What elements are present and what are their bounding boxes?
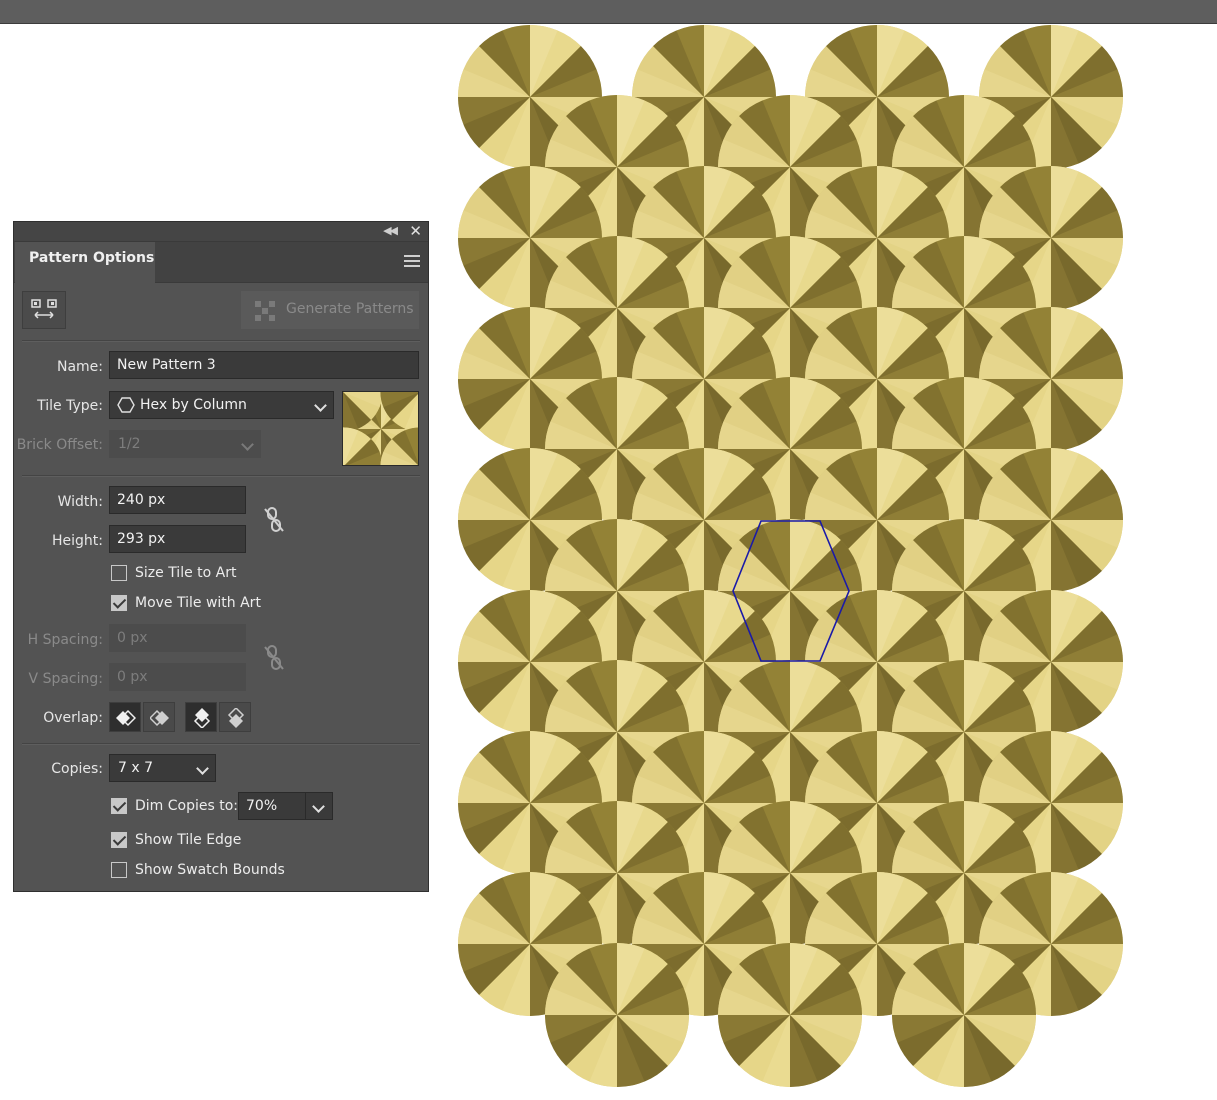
v-spacing-input[interactable]: 0 px	[109, 663, 246, 691]
overlap-bottom-in-front-button[interactable]	[219, 702, 251, 732]
size-tile-to-art-label: Size Tile to Art	[135, 565, 237, 581]
size-tile-to-art-checkbox[interactable]	[111, 565, 127, 581]
pattern-swatch-preview	[342, 391, 419, 466]
brick-offset-dropdown[interactable]: 1/2	[109, 430, 261, 458]
tile-type-label: Tile Type:	[37, 398, 103, 414]
width-input[interactable]: 240 px	[109, 486, 246, 514]
divider	[22, 340, 420, 342]
width-label: Width:	[57, 494, 103, 510]
name-label: Name:	[56, 359, 103, 375]
divider	[22, 475, 420, 477]
copies-dropdown[interactable]: 7 x 7	[109, 754, 216, 782]
name-input[interactable]: New Pattern 3	[109, 351, 419, 379]
app-top-bar	[0, 0, 1217, 24]
constrain-width-height-icon[interactable]	[261, 505, 287, 535]
h-spacing-label: H Spacing:	[27, 632, 103, 648]
swatch-thumbnail	[343, 392, 418, 465]
close-icon[interactable]: ✕	[409, 222, 422, 240]
v-spacing-label: V Spacing:	[28, 671, 103, 687]
overlap-top-in-front-button[interactable]	[185, 702, 217, 732]
collapse-panel-icon[interactable]: ◀◀	[383, 224, 398, 237]
pattern-options-panel: ◀◀ ✕ Pattern Options Generate Patterns N…	[13, 221, 429, 892]
divider	[22, 743, 420, 745]
panel-tab-strip: Pattern Options	[14, 242, 428, 283]
chevron-down-icon	[196, 762, 209, 775]
overlap-left-front-icon	[116, 709, 136, 727]
tile-type-dropdown[interactable]: Hex by Column	[109, 391, 334, 419]
panel-menu-icon[interactable]	[404, 255, 420, 267]
panel-title-bar: ◀◀ ✕	[14, 222, 428, 242]
overlap-right-front-icon	[150, 709, 169, 727]
hexagon-icon	[117, 397, 135, 413]
copies-value: 7 x 7	[118, 760, 153, 776]
tab-pattern-options[interactable]: Pattern Options	[15, 242, 155, 283]
constrain-spacing-icon[interactable]	[261, 643, 287, 673]
overlap-left-in-front-button[interactable]	[109, 702, 141, 732]
move-tile-with-art-checkbox[interactable]	[111, 595, 127, 611]
dim-copies-label: Dim Copies to:	[135, 798, 239, 814]
pattern-tile-tool-icon	[31, 299, 57, 319]
show-swatch-bounds-checkbox[interactable]	[111, 862, 127, 878]
move-tile-with-art-label: Move Tile with Art	[135, 595, 261, 611]
copies-label: Copies:	[51, 761, 103, 777]
height-label: Height:	[52, 533, 103, 549]
overlap-right-in-front-button[interactable]	[143, 702, 175, 732]
brick-offset-label: Brick Offset:	[16, 437, 103, 453]
show-swatch-bounds-label: Show Swatch Bounds	[135, 862, 285, 878]
h-spacing-input[interactable]: 0 px	[109, 624, 246, 652]
dim-copies-input[interactable]: 70%	[238, 792, 306, 820]
overlap-top-front-icon	[193, 708, 211, 728]
show-tile-edge-checkbox[interactable]	[111, 832, 127, 848]
chevron-down-icon	[314, 399, 327, 412]
show-tile-edge-label: Show Tile Edge	[135, 832, 242, 848]
dim-copies-dropdown-button[interactable]	[305, 792, 333, 820]
generate-patterns-button[interactable]: Generate Patterns	[241, 291, 419, 329]
generate-patterns-label: Generate Patterns	[286, 301, 414, 317]
tile-type-value: Hex by Column	[140, 397, 247, 413]
overlap-bottom-front-icon	[227, 708, 245, 728]
chevron-down-icon	[241, 438, 254, 451]
dim-copies-checkbox[interactable]	[111, 798, 127, 814]
overlap-label: Overlap:	[43, 710, 103, 726]
generate-patterns-icon	[255, 301, 275, 321]
height-input[interactable]: 293 px	[109, 525, 246, 553]
chevron-down-icon	[312, 800, 325, 813]
brick-offset-value: 1/2	[118, 436, 141, 452]
pattern-tile-tool-button[interactable]	[22, 291, 66, 329]
